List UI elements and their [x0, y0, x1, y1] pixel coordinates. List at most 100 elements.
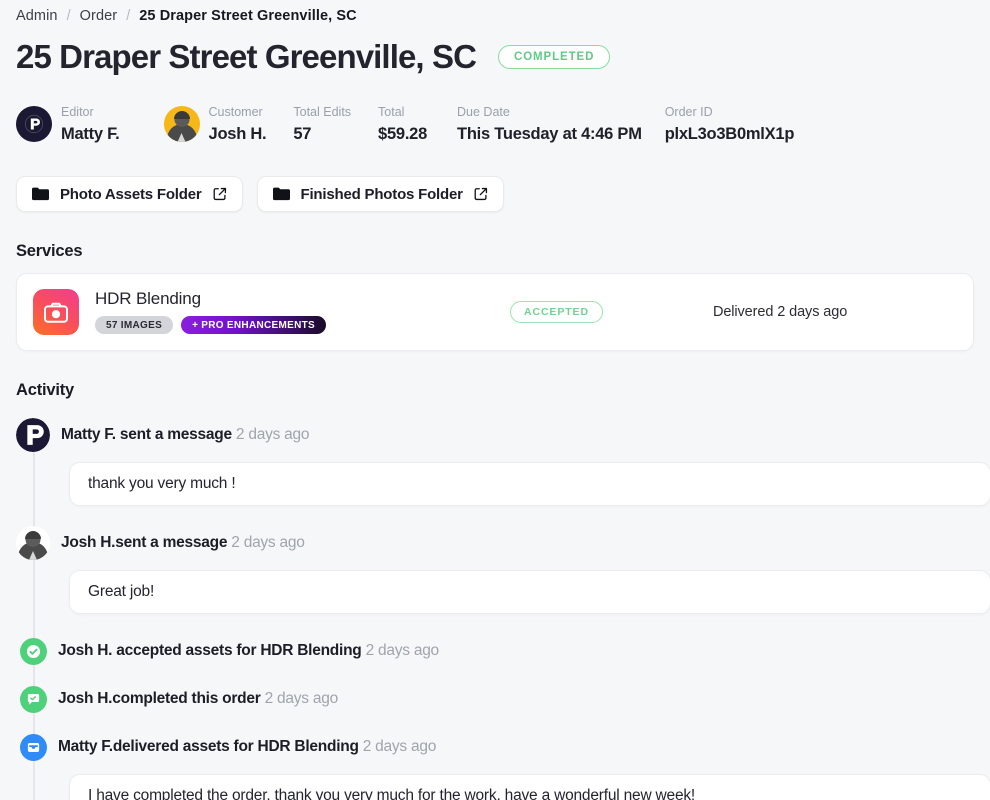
meta-total-label: Total: [378, 105, 405, 119]
breadcrumb: Admin / Order / 25 Draper Street Greenvi…: [16, 0, 974, 26]
activity-time: 2 days ago: [264, 690, 339, 707]
activity-time: 2 days ago: [231, 534, 305, 551]
service-badge-row: 57 IMAGES + PRO ENHANCEMENTS: [95, 316, 326, 334]
meta-editor: Editor Matty F.: [16, 106, 120, 142]
order-meta-row: Editor Matty F. Customer Josh H. Total E…: [16, 106, 974, 154]
breadcrumb-separator: /: [66, 8, 71, 25]
editor-logo-avatar: [16, 418, 50, 452]
services-section: Services HDR Blending 57 IMAGES + PRO EN…: [16, 242, 974, 351]
meta-order-id: Order ID plxL3o3B0mlX1p: [664, 105, 795, 143]
activity-list: Matty F. sent a message 2 days ago thank…: [16, 418, 990, 800]
activity-item-text: Josh H.sent a message 2 days ago: [61, 534, 305, 552]
photo-assets-folder-button[interactable]: Photo Assets Folder: [16, 176, 243, 212]
activity-verb: sent a message: [115, 534, 228, 551]
status-badge: COMPLETED: [498, 45, 611, 69]
activity-verb: accepted assets for HDR Blending: [112, 642, 362, 659]
inbox-icon: [20, 733, 47, 761]
avatar-hair-shape: [173, 111, 190, 119]
activity-item-header: Josh H.completed this order 2 days ago: [16, 682, 974, 716]
activity-heading: Activity: [16, 381, 75, 399]
activity-item-header: Josh H.sent a message 2 days ago: [16, 526, 974, 560]
meta-customer-label: Customer: [208, 105, 263, 119]
activity-actor: Josh H.: [58, 690, 113, 707]
finished-photos-folder-button[interactable]: Finished Photos Folder: [256, 176, 504, 212]
external-link-icon: [213, 187, 226, 201]
meta-customer-value: Josh H.: [208, 124, 267, 143]
activity-actor: Josh H.: [58, 642, 113, 659]
activity-item-text: Josh H.completed this order 2 days ago: [58, 690, 338, 708]
activity-item-text: Matty F. sent a message 2 days ago: [61, 426, 310, 444]
activity-item: Matty F.delivered assets for HDR Blendin…: [16, 730, 990, 800]
meta-order-id-label: Order ID: [664, 105, 713, 119]
images-count-badge: 57 IMAGES: [95, 316, 174, 334]
breadcrumb-item-order[interactable]: Order: [80, 9, 118, 24]
customer-photo-avatar: [16, 526, 50, 560]
camera-icon: [33, 289, 79, 335]
activity-section: Activity Matty F. sent a message 2 days …: [16, 381, 990, 800]
service-status-wrap: ACCEPTED: [509, 301, 603, 323]
meta-total-edits-value: 57: [293, 124, 312, 143]
order-detail-page: Admin / Order / 25 Draper Street Greenvi…: [0, 0, 990, 800]
check-circle-icon: [20, 637, 47, 665]
meta-editor-label: Editor: [61, 105, 94, 119]
service-row[interactable]: HDR Blending 57 IMAGES + PRO ENHANCEMENT…: [16, 273, 974, 351]
p-logo-icon: [16, 418, 50, 452]
breadcrumb-item-current: 25 Draper Street Greenville, SC: [139, 8, 357, 25]
meta-due-date-label: Due Date: [457, 105, 510, 119]
meta-customer: Customer Josh H.: [163, 105, 267, 143]
activity-message-bubble: Great job!: [69, 570, 990, 614]
services-heading: Services: [16, 242, 83, 260]
meta-editor-value: Matty F.: [61, 124, 120, 143]
service-name: HDR Blending: [95, 289, 201, 308]
activity-item: Josh H.completed this order 2 days ago: [16, 682, 974, 716]
camera-glyph-icon: [44, 302, 68, 323]
inbox-glyph-icon: [27, 742, 40, 752]
activity-item: Matty F. sent a message 2 days ago thank…: [16, 418, 990, 506]
folder-icon: [32, 187, 49, 201]
meta-due-date: Due Date This Tuesday at 4:46 PM: [457, 106, 642, 142]
p-logo-icon: [24, 114, 44, 134]
activity-verb: sent a message: [115, 426, 232, 443]
meta-total-edits: Total Edits 57: [293, 106, 351, 142]
activity-item-header: Matty F.delivered assets for HDR Blendin…: [16, 730, 974, 764]
activity-item: Josh H.sent a message 2 days ago Great j…: [16, 526, 990, 614]
activity-item-text: Matty F.delivered assets for HDR Blendin…: [58, 738, 436, 756]
activity-actor: Josh H.: [61, 534, 116, 551]
meta-total-value: $59.28: [378, 124, 428, 143]
finished-photos-folder-label: Finished Photos Folder: [300, 185, 463, 203]
folder-button-row: Photo Assets Folder Finished Photos Fold…: [16, 176, 974, 212]
breadcrumb-item-admin[interactable]: Admin: [16, 9, 58, 24]
service-delivered-text: Delivered 2 days ago: [712, 304, 848, 320]
breadcrumb-separator: /: [126, 8, 131, 25]
photo-assets-folder-label: Photo Assets Folder: [60, 185, 202, 203]
meta-order-id-value[interactable]: plxL3o3B0mlX1p: [665, 125, 795, 143]
check-glyph-icon: [26, 644, 41, 658]
activity-item-text: Josh H. accepted assets for HDR Blending…: [58, 642, 439, 660]
meta-due-date-value: This Tuesday at 4:46 PM: [457, 124, 642, 143]
pro-enhancements-badge: + PRO ENHANCEMENTS: [181, 316, 326, 334]
activity-time: 2 days ago: [365, 642, 440, 659]
external-link-icon: [474, 187, 487, 201]
activity-verb: delivered assets for HDR Blending: [112, 738, 359, 755]
activity-time: 2 days ago: [362, 738, 437, 755]
activity-message-bubble: I have completed the order, thank you ve…: [69, 774, 990, 800]
activity-message-bubble: thank you very much !: [69, 462, 990, 506]
avatar-hair-shape: [25, 531, 41, 539]
activity-time: 2 days ago: [235, 426, 310, 443]
meta-total-edits-label: Total Edits: [293, 105, 352, 119]
customer-photo-avatar: [163, 106, 200, 142]
folder-icon: [272, 187, 290, 201]
activity-item: Josh H. accepted assets for HDR Blending…: [16, 634, 974, 668]
page-title: 25 Draper Street Greenville, SC: [16, 38, 477, 75]
activity-actor: Matty F.: [58, 738, 113, 755]
activity-item-header: Matty F. sent a message 2 days ago: [16, 418, 974, 452]
message-check-icon: [20, 685, 47, 713]
message-check-glyph-icon: [27, 693, 40, 705]
editor-logo-avatar: [16, 106, 52, 142]
service-status-badge: ACCEPTED: [509, 301, 603, 323]
activity-item-header: Josh H. accepted assets for HDR Blending…: [16, 634, 974, 668]
